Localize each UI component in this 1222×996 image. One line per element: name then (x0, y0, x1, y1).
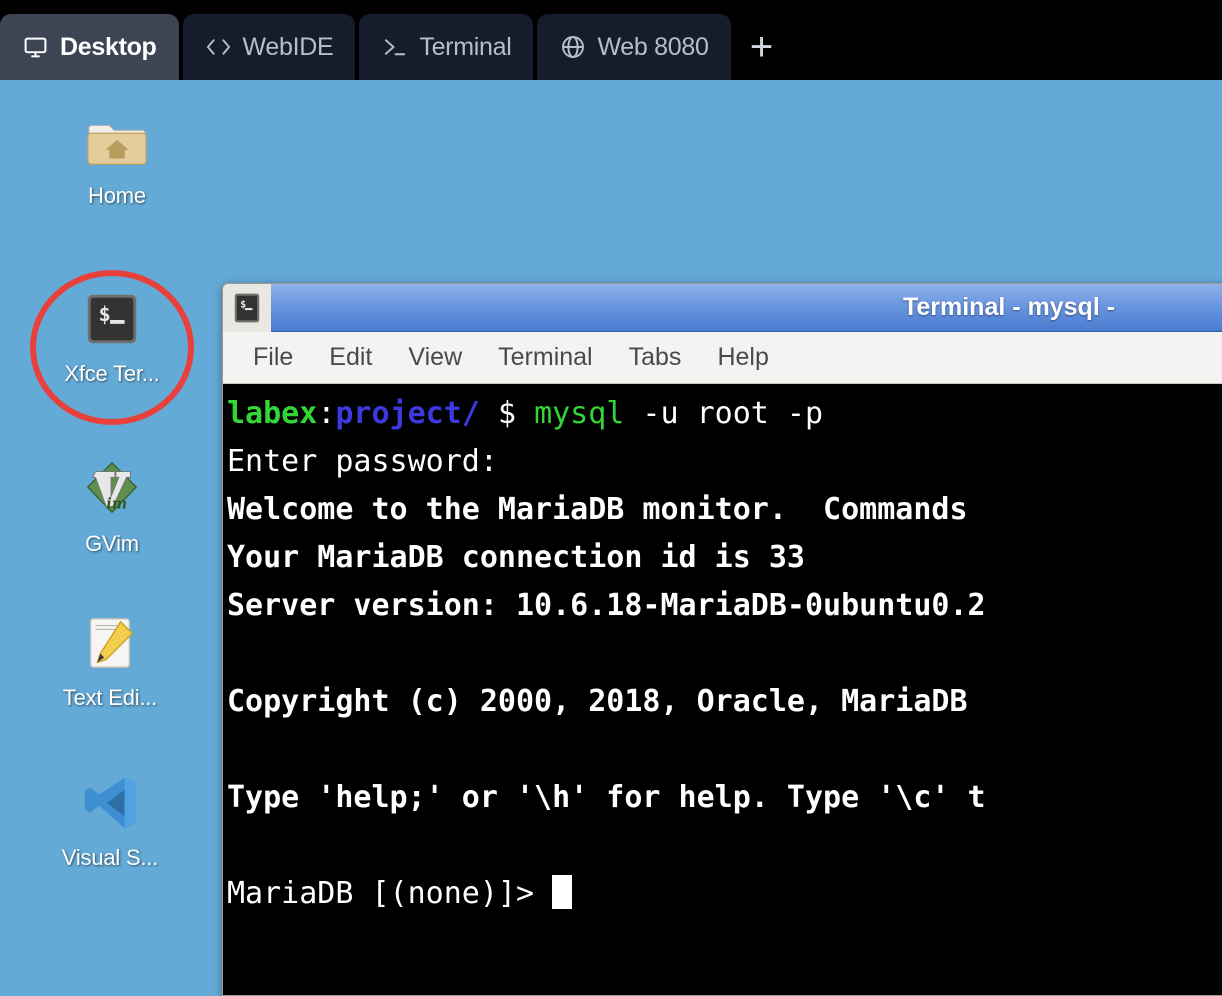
prompt-separator: : (317, 396, 336, 431)
window-title-bar[interactable]: $ Terminal - mysql - (223, 284, 1222, 332)
tab-web-8080[interactable]: Web 8080 (537, 14, 731, 80)
svg-text:$: $ (98, 302, 110, 326)
mariadb-prompt: MariaDB [(none)]> (227, 876, 553, 911)
svg-text:im: im (106, 495, 127, 512)
desktop-icon-home[interactable]: Home (42, 110, 192, 209)
terminal-line-prompt-command: labex:project/ $ mysql -u root -p (227, 390, 1222, 438)
terminal-window[interactable]: $ Terminal - mysql - File Edit View Term… (222, 283, 1222, 996)
prompt-user: labex (227, 396, 318, 431)
tab-webide[interactable]: WebIDE (182, 14, 356, 80)
visual-studio-code-icon (79, 772, 141, 834)
desktop-icon-xfce-terminal-label: Xfce Ter... (64, 361, 160, 386)
prompt-sigil: $ (497, 396, 516, 431)
desktop-icon-visual-studio-code-label: Visual S... (61, 845, 159, 870)
menu-item-terminal[interactable]: Terminal (484, 339, 606, 376)
globe-icon (559, 34, 586, 61)
terminal-line: Your MariaDB connection id is 33 (227, 540, 805, 575)
menu-item-help[interactable]: Help (703, 339, 782, 376)
tab-desktop-label: Desktop (60, 32, 157, 61)
terminal-icon: $ (81, 288, 143, 350)
menu-bar: File Edit View Terminal Tabs Help (223, 332, 1222, 384)
prompt-command: mysql (534, 396, 625, 431)
menu-item-view[interactable]: View (394, 339, 476, 376)
browser-tab-bar: Desktop WebIDE Terminal Web 8080 + (0, 0, 1222, 86)
monitor-icon (22, 34, 49, 61)
tab-terminal[interactable]: Terminal (359, 14, 534, 80)
terminal-line: Enter password: (227, 444, 498, 479)
menu-item-tabs[interactable]: Tabs (615, 339, 696, 376)
home-folder-icon (86, 110, 148, 172)
menu-item-file[interactable]: File (239, 339, 307, 376)
tab-terminal-label: Terminal (419, 32, 512, 61)
tab-web-8080-label: Web 8080 (597, 32, 709, 61)
desktop-icon-text-editor[interactable]: Text Edi... (35, 612, 185, 711)
desktop-icon-text-editor-label: Text Edi... (62, 685, 158, 710)
gvim-icon: im (81, 458, 143, 520)
prompt-path: project/ (335, 396, 480, 431)
desktop-icon-home-label: Home (88, 183, 146, 208)
tab-strip: Desktop WebIDE Terminal Web 8080 + (0, 14, 793, 80)
desktop-icon-xfce-terminal[interactable]: $ Xfce Ter... (37, 288, 187, 387)
terminal-line: Copyright (c) 2000, 2018, Oracle, MariaD… (227, 684, 968, 719)
prompt-command-args: -u root -p (624, 396, 824, 431)
prompt-icon (381, 34, 408, 61)
tab-desktop[interactable]: Desktop (0, 14, 179, 80)
terminal-line-active-prompt: MariaDB [(none)]> (227, 870, 1222, 918)
terminal-output-area[interactable]: labex:project/ $ mysql -u root -p Enter … (223, 384, 1222, 995)
add-tab-button[interactable]: + (730, 14, 793, 80)
code-brackets-icon (205, 34, 232, 61)
tab-webide-label: WebIDE (242, 32, 334, 61)
terminal-icon: $ (223, 284, 271, 332)
terminal-line: Server version: 10.6.18-MariaDB-0ubuntu0… (227, 588, 986, 623)
desktop-icon-gvim[interactable]: im GVim (37, 458, 187, 557)
desktop-icon-gvim-label: GVim (85, 531, 139, 556)
text-cursor (552, 875, 573, 909)
terminal-line: Welcome to the MariaDB monitor. Commands (227, 492, 968, 527)
desktop-icon-visual-studio-code[interactable]: Visual S... (35, 772, 185, 871)
screen-root: Desktop WebIDE Terminal Web 8080 + Home … (0, 0, 1222, 996)
terminal-line: Type 'help;' or '\h' for help. Type '\c'… (227, 780, 986, 815)
menu-item-edit[interactable]: Edit (315, 339, 386, 376)
text-editor-icon (79, 612, 141, 674)
window-title: Terminal - mysql - (902, 293, 1116, 321)
